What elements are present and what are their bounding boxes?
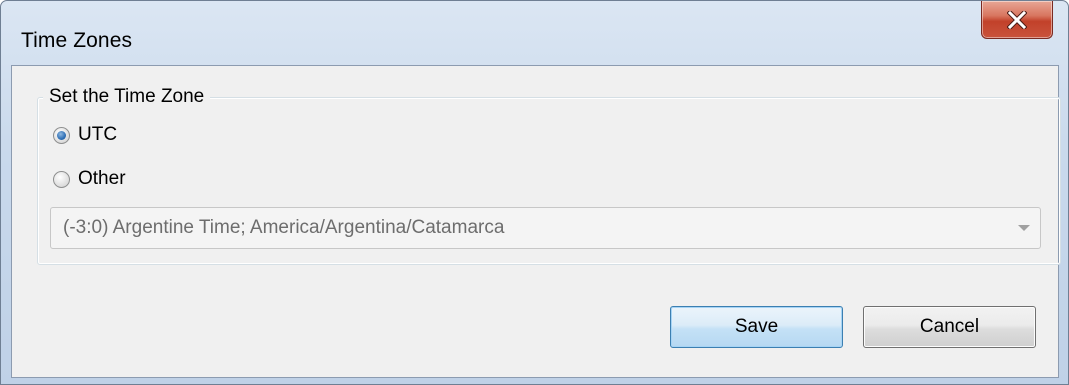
title-bar: Time Zones [1,1,1068,59]
dialog-title: Time Zones [21,29,133,52]
time-zones-dialog: Time Zones Set the Time Zone UTC Other (… [0,0,1069,385]
radio-selected-indicator [57,130,66,140]
groupbox-legend: Set the Time Zone [43,86,211,108]
radio-label-utc: UTC [78,124,118,145]
timezone-select-value: (-3:0) Argentine Time; America/Argentina… [63,217,505,238]
close-button[interactable] [981,1,1053,39]
cancel-button[interactable]: Cancel [863,306,1036,348]
close-icon [1007,10,1027,29]
radio-other[interactable]: Other [53,168,126,190]
radio-button-other[interactable] [53,170,70,188]
save-button[interactable]: Save [670,306,843,348]
radio-label-other: Other [78,168,126,189]
timezone-select[interactable]: (-3:0) Argentine Time; America/Argentina… [50,207,1041,249]
dialog-body: Set the Time Zone UTC Other (-3:0) Argen… [11,65,1061,378]
chevron-down-icon [1018,225,1030,231]
radio-button-utc[interactable] [53,126,70,144]
radio-utc[interactable]: UTC [53,124,117,146]
